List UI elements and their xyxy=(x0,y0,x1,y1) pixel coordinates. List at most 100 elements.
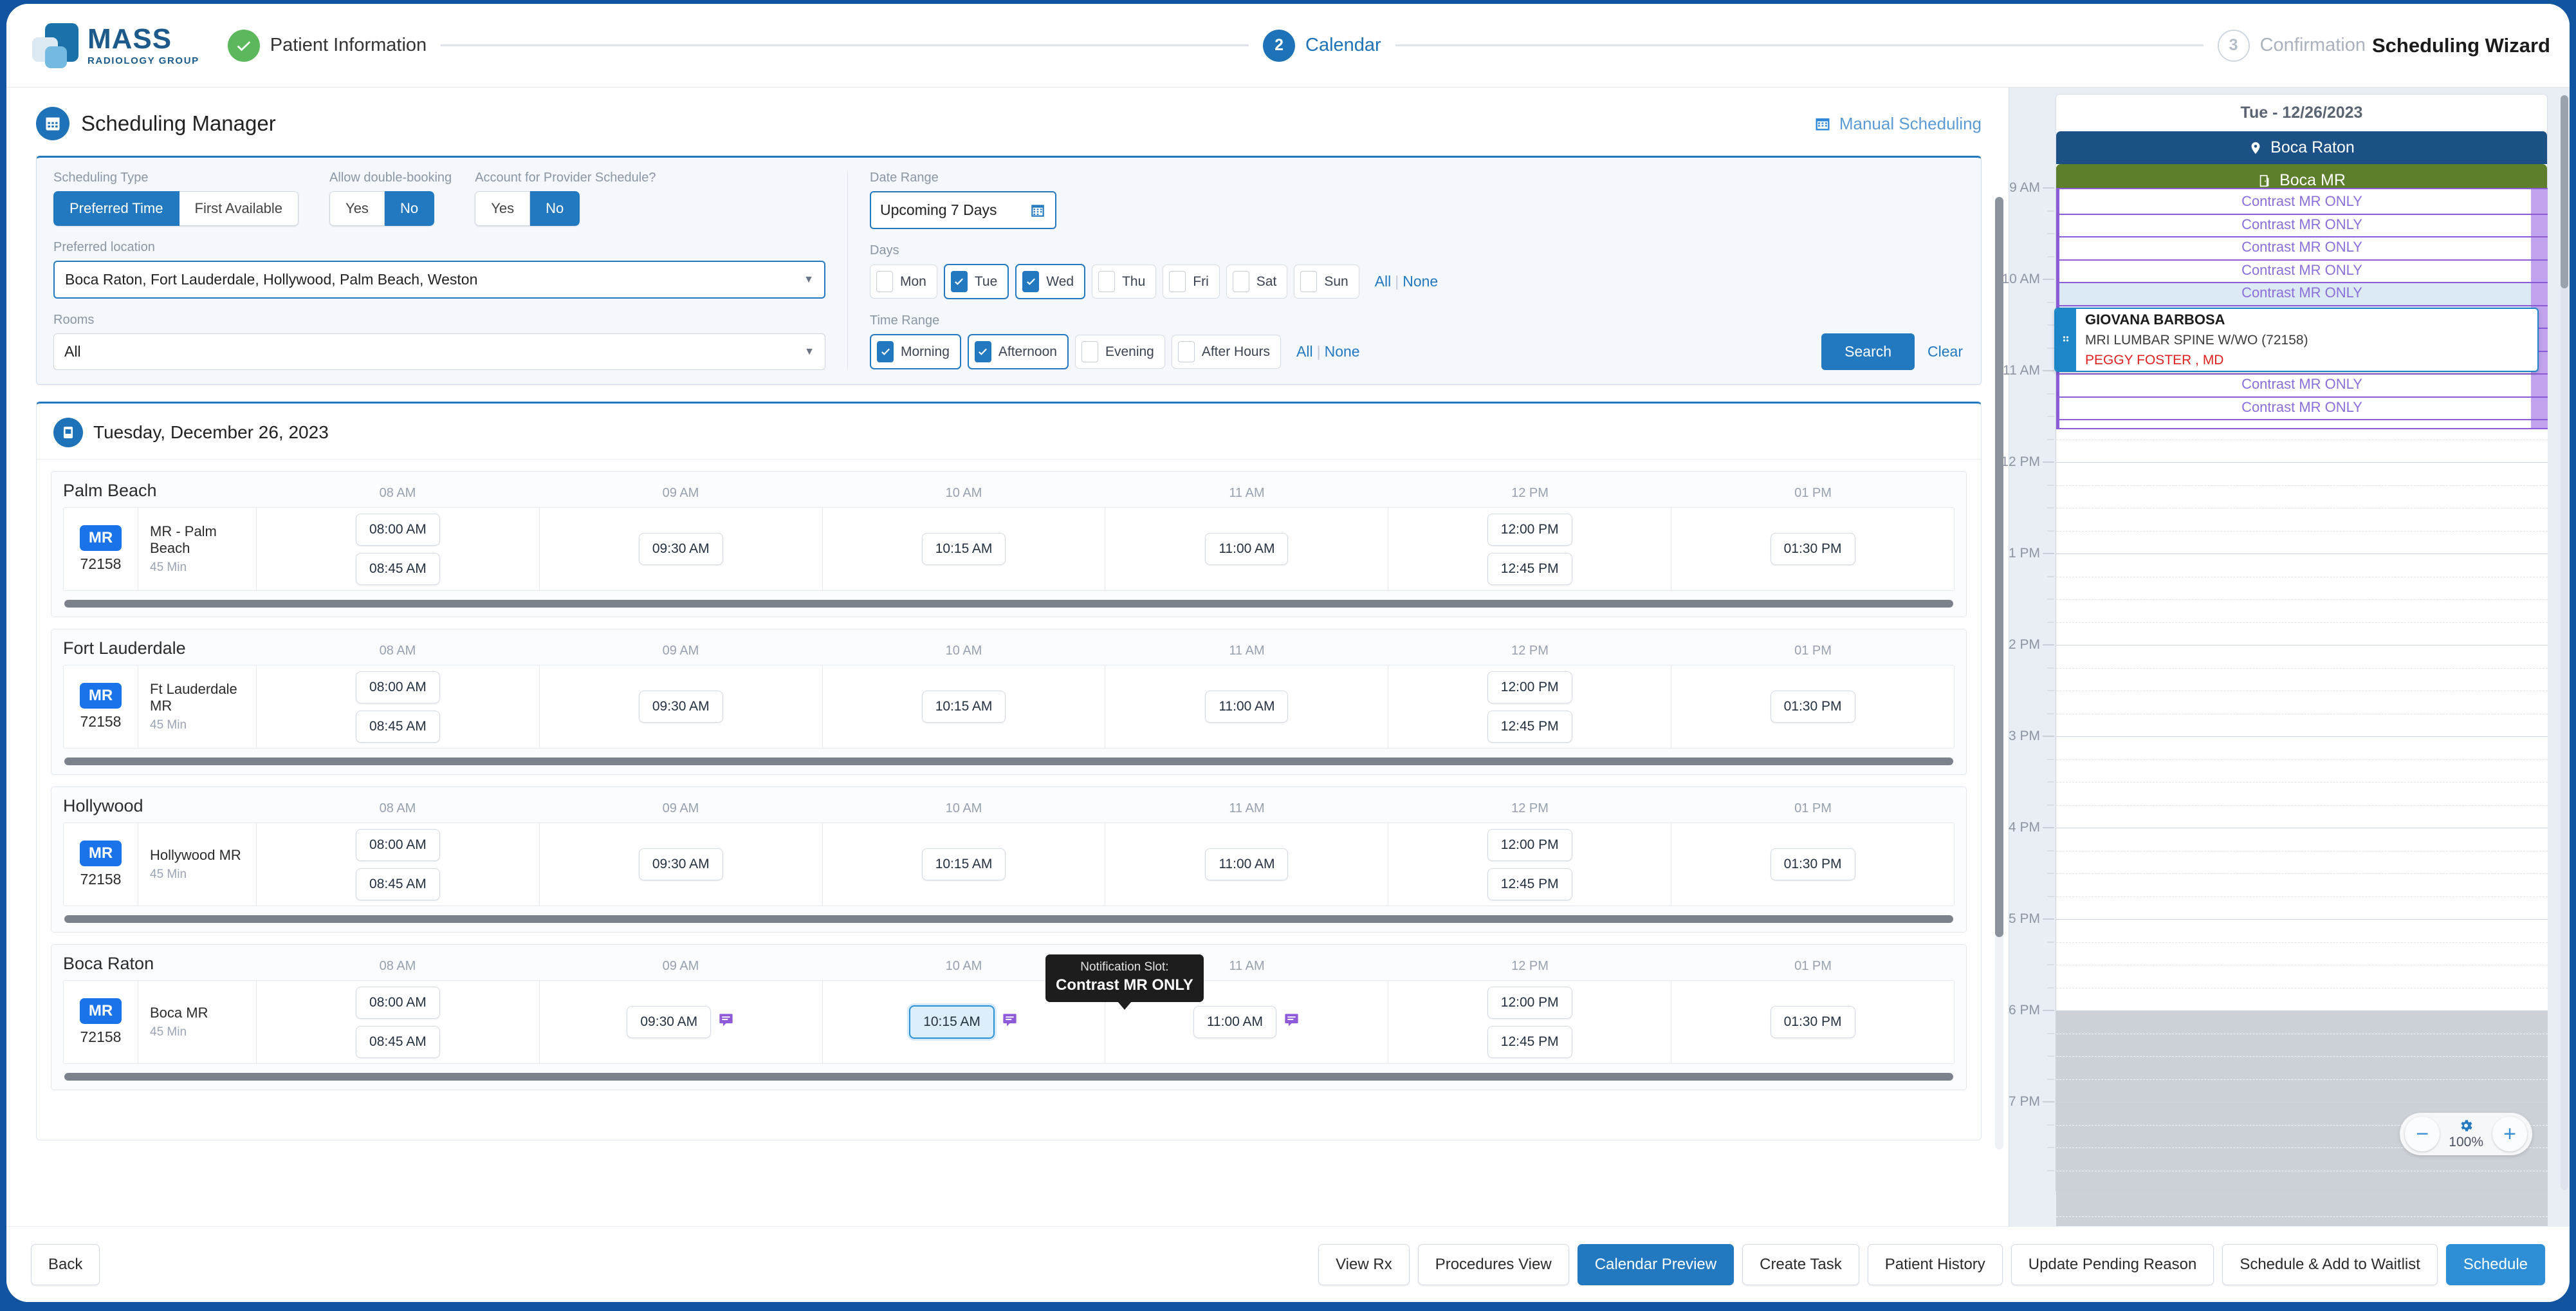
action-button-create-task[interactable]: Create Task xyxy=(1742,1244,1859,1285)
time-slot-button[interactable]: 11:00 AM xyxy=(1205,533,1288,565)
time-slot-button[interactable]: 08:00 AM xyxy=(356,514,440,546)
day-wed[interactable]: Wed xyxy=(1015,264,1085,299)
time-slot-button[interactable]: 01:30 PM xyxy=(1771,533,1855,565)
checkbox-icon[interactable] xyxy=(1300,271,1317,292)
time-slot-button[interactable]: 08:00 AM xyxy=(356,829,440,861)
zoom-out-button[interactable]: − xyxy=(2405,1117,2440,1151)
double-booking-yes[interactable]: Yes xyxy=(329,191,385,226)
search-button[interactable]: Search xyxy=(1821,333,1915,370)
date-range-input[interactable]: Upcoming 7 Days xyxy=(870,191,1056,229)
action-button-procedures-view[interactable]: Procedures View xyxy=(1418,1244,1569,1285)
time-slot-button[interactable]: 08:45 AM xyxy=(356,711,440,743)
appointment-block[interactable]: GIOVANA BARBOSA MRI LUMBAR SPINE W/WO (7… xyxy=(2054,308,2539,373)
time-slot-button[interactable]: 01:30 PM xyxy=(1771,848,1855,880)
drag-handle-icon[interactable] xyxy=(2056,309,2076,371)
time-slot-button[interactable]: 08:45 AM xyxy=(356,1026,440,1058)
contrast-slot-row[interactable]: Contrast MR ONLY xyxy=(2056,375,2548,398)
note-icon[interactable] xyxy=(1001,1012,1018,1032)
checkbox-icon[interactable] xyxy=(1169,271,1186,292)
checkbox-icon[interactable] xyxy=(1178,341,1195,362)
contrast-slot-row[interactable]: Contrast MR ONLY xyxy=(2056,398,2548,421)
time-slot-button[interactable]: 11:00 AM xyxy=(1205,848,1288,880)
action-button-patient-history[interactable]: Patient History xyxy=(1868,1244,2003,1285)
checkbox-icon[interactable] xyxy=(1081,341,1098,362)
contrast-slot-row[interactable]: Contrast MR ONLY xyxy=(2056,237,2548,261)
time-slot-button[interactable]: 09:30 AM xyxy=(639,848,723,880)
time-slot-button[interactable]: 01:30 PM xyxy=(1771,1006,1855,1038)
time-range-morning[interactable]: Morning xyxy=(870,334,961,369)
scheduling-type-first-available[interactable]: First Available xyxy=(179,191,299,226)
zoom-settings[interactable]: 100% xyxy=(2449,1118,2483,1150)
day-all[interactable]: All xyxy=(1375,273,1392,290)
contrast-slot-row[interactable]: Contrast MR ONLY xyxy=(2056,192,2548,215)
time-slot-button[interactable]: 10:15 AM xyxy=(909,1005,995,1039)
contrast-slot-row[interactable]: Contrast MR ONLY xyxy=(2056,215,2548,238)
location-hscrollbar[interactable] xyxy=(64,1073,1953,1081)
action-button-schedule-add-to-waitlist[interactable]: Schedule & Add to Waitlist xyxy=(2222,1244,2438,1285)
location-hscrollbar[interactable] xyxy=(64,915,1953,923)
time-range-all-none[interactable]: All|None xyxy=(1296,343,1360,360)
day-sat[interactable]: Sat xyxy=(1226,265,1288,299)
contrast-slot-row[interactable]: Contrast MR ONLY xyxy=(2056,261,2548,284)
time-range-afternoon[interactable]: Afternoon xyxy=(968,334,1069,369)
checkbox-icon[interactable] xyxy=(1233,271,1249,292)
time-slot-button[interactable]: 09:30 AM xyxy=(639,691,723,723)
time-slot-button[interactable]: 08:00 AM xyxy=(356,671,440,703)
action-button-update-pending-reason[interactable]: Update Pending Reason xyxy=(2011,1244,2214,1285)
provider-schedule-no[interactable]: No xyxy=(530,191,580,226)
time-slot-button[interactable]: 12:45 PM xyxy=(1487,553,1572,585)
left-pane-scrollbar[interactable] xyxy=(1995,197,2003,1149)
location-hscrollbar[interactable] xyxy=(64,758,1953,765)
time-slot-button[interactable]: 12:00 PM xyxy=(1487,987,1572,1019)
zoom-in-button[interactable]: + xyxy=(2492,1117,2527,1151)
action-button-schedule[interactable]: Schedule xyxy=(2446,1244,2545,1285)
day-fri[interactable]: Fri xyxy=(1163,265,1220,299)
time-range-after-hours[interactable]: After Hours xyxy=(1172,335,1281,369)
note-icon[interactable] xyxy=(717,1012,735,1032)
checkbox-icon[interactable] xyxy=(876,271,893,292)
time-slot-button[interactable]: 11:00 AM xyxy=(1193,1006,1276,1038)
time-slot-button[interactable]: 10:15 AM xyxy=(922,848,1006,880)
contrast-slot-row[interactable]: Contrast MR ONLY xyxy=(2056,283,2548,306)
calendar-scrollbar[interactable] xyxy=(2561,95,2568,1190)
checkbox-icon[interactable] xyxy=(1022,271,1039,292)
time-range-all[interactable]: All xyxy=(1296,343,1313,360)
provider-schedule-yes[interactable]: Yes xyxy=(475,191,530,226)
day-sun[interactable]: Sun xyxy=(1294,265,1359,299)
note-icon[interactable] xyxy=(1283,1012,1300,1032)
clear-link[interactable]: Clear xyxy=(1927,343,1963,360)
provider-schedule-toggle[interactable]: Yes No xyxy=(475,191,580,226)
time-slot-button[interactable]: 10:15 AM xyxy=(922,691,1006,723)
time-slot-button[interactable]: 09:30 AM xyxy=(627,1006,711,1038)
double-booking-toggle[interactable]: Yes No xyxy=(329,191,434,226)
time-slot-button[interactable]: 11:00 AM xyxy=(1205,691,1288,723)
day-thu[interactable]: Thu xyxy=(1092,265,1156,299)
rooms-select[interactable]: All ▼ xyxy=(53,333,825,370)
wizard-step-calendar[interactable]: 2 Calendar xyxy=(1263,30,1381,62)
time-slot-button[interactable]: 12:00 PM xyxy=(1487,829,1572,861)
checkbox-icon[interactable] xyxy=(877,341,894,362)
action-button-view-rx[interactable]: View Rx xyxy=(1318,1244,1410,1285)
wizard-step-patient-information[interactable]: Patient Information xyxy=(228,30,427,62)
scheduling-type-preferred-time[interactable]: Preferred Time xyxy=(53,191,179,226)
time-slot-button[interactable]: 08:00 AM xyxy=(356,987,440,1019)
location-hscrollbar[interactable] xyxy=(64,600,1953,608)
time-range-none[interactable]: None xyxy=(1325,343,1360,360)
wizard-step-confirmation[interactable]: 3 Confirmation xyxy=(2218,30,2366,62)
time-slot-button[interactable]: 12:45 PM xyxy=(1487,1026,1572,1058)
manual-scheduling-link[interactable]: Manual Scheduling xyxy=(1814,114,1982,134)
checkbox-icon[interactable] xyxy=(951,271,968,292)
time-slot-button[interactable]: 12:00 PM xyxy=(1487,671,1572,703)
preferred-location-select[interactable]: Boca Raton, Fort Lauderdale, Hollywood, … xyxy=(53,261,825,299)
double-booking-no[interactable]: No xyxy=(385,191,434,226)
time-slot-button[interactable]: 01:30 PM xyxy=(1771,691,1855,723)
time-range-evening[interactable]: Evening xyxy=(1075,335,1165,369)
back-button[interactable]: Back xyxy=(31,1244,100,1285)
day-mon[interactable]: Mon xyxy=(870,265,937,299)
day-tue[interactable]: Tue xyxy=(944,264,1009,299)
time-slot-button[interactable]: 12:45 PM xyxy=(1487,868,1572,900)
time-slot-button[interactable]: 08:45 AM xyxy=(356,868,440,900)
left-pane-scroll-thumb[interactable] xyxy=(1995,197,2003,937)
day-all-none[interactable]: All|None xyxy=(1375,273,1439,290)
calendar-scroll-thumb[interactable] xyxy=(2561,95,2568,288)
